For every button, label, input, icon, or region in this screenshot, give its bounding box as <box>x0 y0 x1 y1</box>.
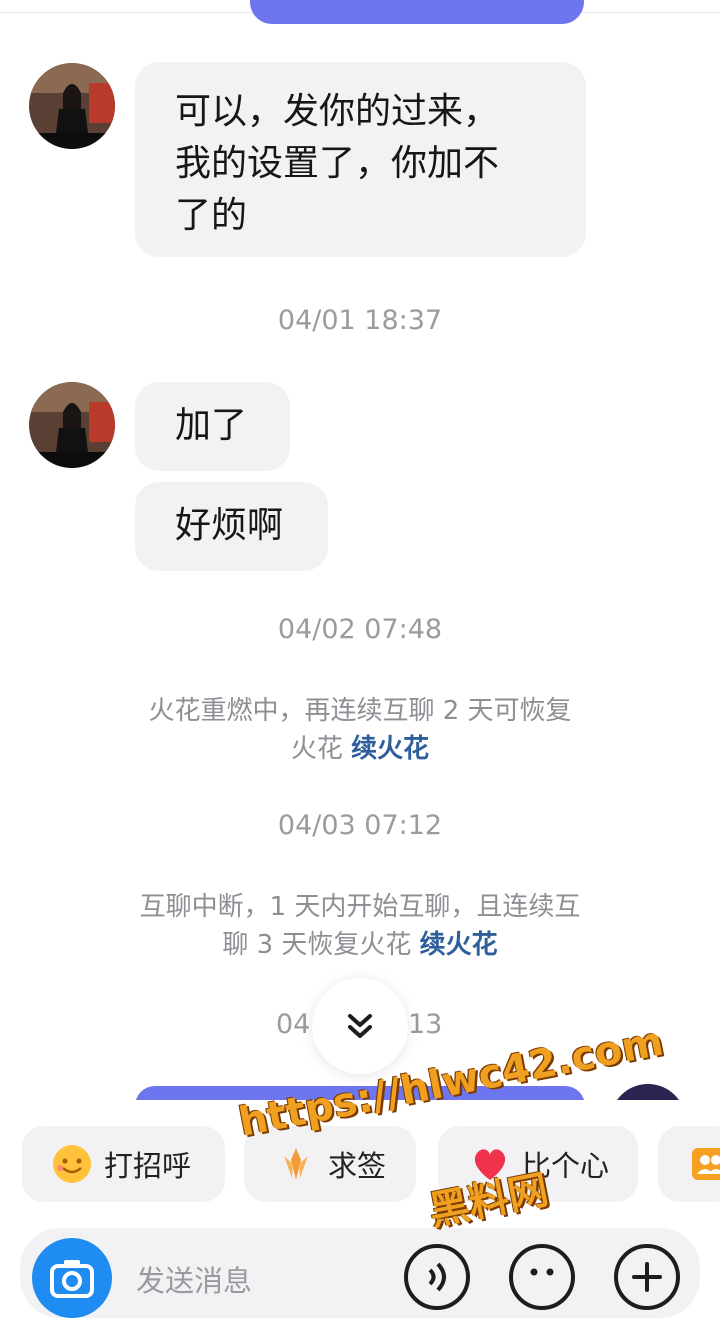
message-line: 我的设置了，你加不 <box>175 143 500 184</box>
message-bubble[interactable]: 加了 <box>135 382 290 471</box>
emoji-face-icon <box>530 1268 554 1276</box>
quick-action-people[interactable] <box>658 1126 720 1202</box>
quick-action-label: 求签 <box>328 1149 387 1183</box>
system-notice: 互聊中断，1 天内开始互聊，且连续互 聊 3 天恢复火花 续火花 <box>100 888 620 964</box>
message-line: 了的 <box>175 195 248 236</box>
voice-icon <box>428 1262 446 1292</box>
message-text: 好烦啊 <box>175 505 284 546</box>
timestamp: 04/01 18:37 <box>277 305 443 336</box>
quick-action-label: 打招呼 <box>104 1149 192 1183</box>
timestamp-partial-right: 13 <box>408 1009 443 1040</box>
timestamp-partial-left: 04 <box>276 1009 311 1040</box>
voice-button[interactable] <box>404 1244 470 1310</box>
message-input-bar[interactable] <box>20 1228 700 1318</box>
people-icon <box>692 1148 720 1180</box>
message-text: 加了 <box>175 405 248 446</box>
notice-text: 火花 <box>290 734 352 764</box>
system-notice: 火花重燃中，再连续互聊 2 天可恢复 火花 续火花 <box>100 692 620 768</box>
camera-button[interactable] <box>32 1238 112 1318</box>
fortune-icon <box>284 1148 308 1180</box>
message-bubble[interactable]: 好烦啊 <box>135 482 328 571</box>
notice-text: 聊 3 天恢复火花 <box>222 930 420 960</box>
message-line: 可以，发你的过来， <box>175 91 500 132</box>
emoji-button[interactable] <box>509 1244 575 1310</box>
notice-line: 火花重燃中，再连续互聊 2 天可恢复 <box>148 696 572 726</box>
contact-avatar[interactable] <box>29 382 115 468</box>
message-bubble[interactable]: 可以，发你的过来， 我的设置了，你加不 了的 <box>135 62 586 257</box>
plus-icon <box>632 1262 662 1292</box>
renew-spark-link[interactable]: 续火花 <box>351 734 429 764</box>
scroll-to-bottom-button[interactable] <box>312 978 408 1074</box>
notice-line: 互聊中断，1 天内开始互聊，且连续互 <box>139 892 581 922</box>
more-button[interactable] <box>614 1244 680 1310</box>
double-chevron-down-icon <box>348 1014 372 1038</box>
timestamp: 04/02 07:48 <box>277 614 443 645</box>
contact-avatar[interactable] <box>29 63 115 149</box>
message-input[interactable]: 发送消息 <box>136 1258 252 1300</box>
renew-spark-link[interactable]: 续火花 <box>420 930 498 960</box>
smile-emoji-icon <box>53 1145 91 1183</box>
quick-action-greet[interactable]: 打招呼 <box>22 1126 225 1202</box>
camera-icon <box>50 1260 94 1298</box>
outgoing-bubble-top[interactable] <box>250 0 584 24</box>
timestamp: 04/03 07:12 <box>277 810 443 841</box>
